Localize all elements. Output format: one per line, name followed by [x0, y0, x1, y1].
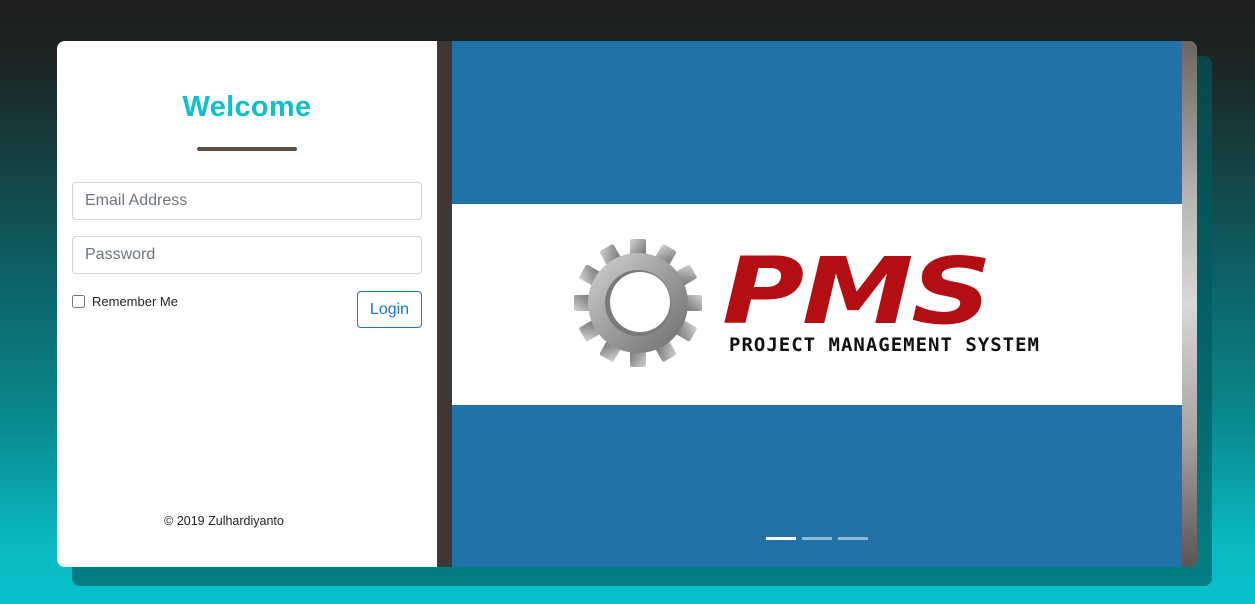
login-button[interactable]: Login: [357, 291, 422, 328]
carousel: PMS PROJECT MANAGEMENT SYSTEM: [437, 41, 1197, 567]
remember-me[interactable]: Remember Me: [72, 294, 178, 309]
carousel-indicator-1[interactable]: [766, 537, 796, 540]
email-input[interactable]: [72, 182, 422, 220]
background-photo: [1182, 41, 1197, 567]
copyright-footer: © 2019 Zulhardiyanto: [164, 514, 284, 528]
logo-banner: PMS PROJECT MANAGEMENT SYSTEM: [452, 204, 1182, 405]
welcome-heading: Welcome: [182, 91, 312, 123]
carousel-slide: PMS PROJECT MANAGEMENT SYSTEM: [452, 41, 1182, 567]
remember-me-checkbox[interactable]: [72, 295, 85, 308]
carousel-indicator-3[interactable]: [838, 537, 868, 540]
remember-me-label: Remember Me: [92, 294, 178, 309]
gear-icon: [574, 239, 702, 367]
login-panel: Welcome Remember Me Login © 2019 Zulhard…: [57, 41, 437, 567]
carousel-indicator-2[interactable]: [802, 537, 832, 540]
pms-logo-text: PMS: [722, 238, 992, 345]
heading-divider: [197, 147, 297, 151]
pms-logo-subtitle: PROJECT MANAGEMENT SYSTEM: [729, 334, 1040, 356]
carousel-indicators: [766, 537, 868, 540]
password-input[interactable]: [72, 236, 422, 274]
login-card: Welcome Remember Me Login © 2019 Zulhard…: [57, 41, 1197, 567]
